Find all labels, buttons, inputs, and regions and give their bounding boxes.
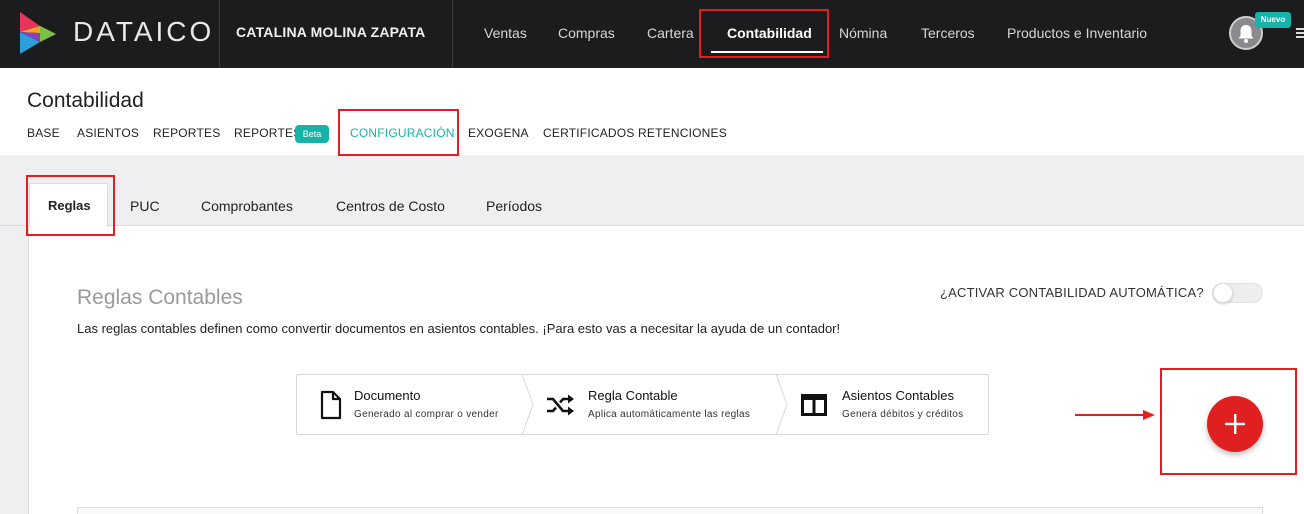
- subnav-reportes[interactable]: REPORTES: [153, 126, 220, 140]
- annotation-box: [338, 109, 459, 156]
- toggle-knob: [1213, 283, 1233, 303]
- accounting-flow: Documento Generado al comprar o vender R…: [296, 374, 989, 435]
- auto-accounting-label: ¿ACTIVAR CONTABILIDAD AUTOMÁTICA?: [940, 285, 1204, 300]
- new-badge: Nuevo: [1255, 12, 1291, 28]
- subnav-asientos[interactable]: ASIENTOS: [77, 126, 139, 140]
- flow-step-title: Asientos Contables: [842, 388, 955, 403]
- auto-accounting-toggle[interactable]: [1212, 283, 1263, 303]
- rules-table-top: [77, 507, 1263, 514]
- subnav-exogena[interactable]: EXOGENA: [468, 126, 529, 140]
- subnav-reportes-beta[interactable]: REPORTES: [234, 126, 301, 140]
- shuffle-icon: [547, 394, 574, 416]
- section-title: Reglas Contables: [77, 286, 243, 309]
- chevron-right-icon: [521, 374, 534, 435]
- chevron-right-icon: [775, 374, 788, 435]
- nav-compras[interactable]: Compras: [558, 25, 615, 41]
- navbar-divider: [219, 0, 220, 68]
- top-navbar: DATAICO CATALINA MOLINA ZAPATA Ventas Co…: [0, 0, 1304, 68]
- annotation-box: [26, 175, 115, 236]
- nav-ventas[interactable]: Ventas: [484, 25, 527, 41]
- tab-comprobantes[interactable]: Comprobantes: [201, 198, 293, 214]
- flow-step-subtitle: Genera débitos y créditos: [842, 409, 964, 420]
- document-icon: [320, 390, 342, 420]
- nav-terceros[interactable]: Terceros: [921, 25, 975, 41]
- flow-step-subtitle: Generado al comprar o vender: [354, 409, 499, 420]
- config-tabs: PUC Comprobantes Centros de Costo Períod…: [0, 155, 1304, 226]
- page-header: Contabilidad BASE ASIENTOS REPORTES REPO…: [0, 68, 1304, 155]
- dataico-logo-icon[interactable]: [16, 12, 60, 54]
- annotation-box: [699, 9, 829, 58]
- tab-puc[interactable]: PUC: [130, 198, 160, 214]
- beta-badge: Beta: [295, 125, 329, 143]
- nav-nomina[interactable]: Nómina: [839, 25, 887, 41]
- page-title: Contabilidad: [27, 89, 144, 112]
- annotation-box: [1160, 368, 1297, 475]
- columns-icon: [801, 394, 827, 416]
- company-name[interactable]: CATALINA MOLINA ZAPATA: [236, 24, 425, 40]
- annotation-arrow-icon: [1075, 410, 1155, 420]
- tab-periodos[interactable]: Períodos: [486, 198, 542, 214]
- brand-name: DATAICO: [73, 16, 215, 47]
- flow-step-title: Regla Contable: [588, 388, 678, 403]
- nav-cartera[interactable]: Cartera: [647, 25, 694, 41]
- flow-step-subtitle: Aplica automáticamente las reglas: [588, 409, 751, 420]
- subnav-base[interactable]: BASE: [27, 126, 60, 140]
- nav-productos-inventario[interactable]: Productos e Inventario: [1007, 25, 1147, 41]
- subnav-certificados-retenciones[interactable]: CERTIFICADOS RETENCIONES: [543, 126, 727, 140]
- reglas-card: [28, 226, 1304, 514]
- hamburger-icon[interactable]: [1296, 28, 1304, 38]
- flow-step-title: Documento: [354, 388, 421, 403]
- navbar-divider: [452, 0, 453, 68]
- section-description: Las reglas contables definen como conver…: [77, 321, 841, 336]
- tab-centros-de-costo[interactable]: Centros de Costo: [336, 198, 445, 214]
